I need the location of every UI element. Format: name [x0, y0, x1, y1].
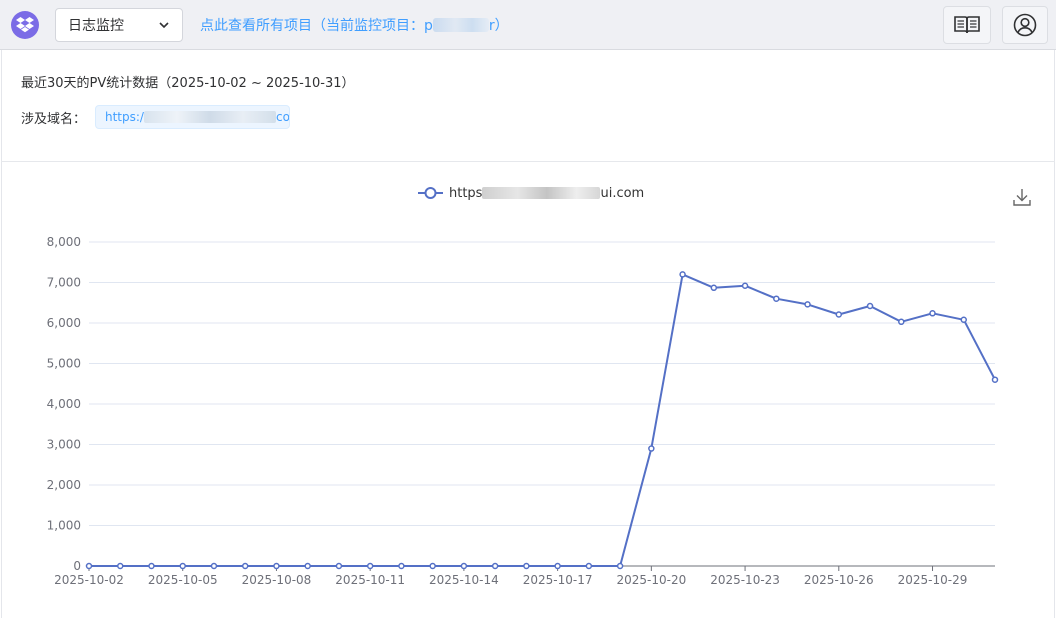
app-logo-icon[interactable]	[11, 11, 39, 39]
domain-tag-prefix: https:/	[105, 110, 144, 124]
all-projects-link-suffix: r）	[488, 18, 509, 34]
book-icon	[954, 16, 980, 34]
legend-label-prefix: https	[449, 185, 483, 201]
chart-legend-item[interactable]: https ui.com	[418, 185, 644, 201]
domain-tag-suffix: com	[275, 110, 290, 124]
domain-tag[interactable]: https:/ com	[95, 105, 290, 129]
top-bar: 日志监控 点此查看所有项目（当前监控项目：p r）	[0, 0, 1056, 50]
legend-label-suffix: ui.com	[600, 185, 645, 201]
redacted-legend-domain	[482, 186, 601, 199]
redacted-domain	[143, 111, 276, 123]
chevron-down-icon	[159, 22, 169, 29]
content-panel	[1, 50, 1055, 618]
dropbox-style-logo-icon	[16, 17, 34, 33]
legend-line-circle-icon	[418, 187, 443, 199]
module-select-value: 日志监控	[68, 18, 124, 34]
redacted-project-name	[432, 18, 489, 32]
legend-label: https ui.com	[449, 186, 644, 201]
all-projects-link[interactable]: 点此查看所有项目（当前监控项目：p r）	[200, 15, 509, 35]
domain-label: 涉及域名：	[21, 112, 87, 127]
pv-summary-title: 最近30天的PV统计数据（2025-10-02 ~ 2025-10-31）	[21, 76, 355, 91]
user-button[interactable]	[1002, 6, 1048, 44]
user-circle-icon	[1013, 13, 1037, 37]
save-as-image-button[interactable]	[1012, 187, 1032, 207]
section-divider	[1, 161, 1055, 162]
module-select[interactable]: 日志监控	[55, 8, 183, 42]
docs-button[interactable]	[943, 6, 991, 44]
download-icon	[1013, 189, 1031, 206]
all-projects-link-prefix: 点此查看所有项目（当前监控项目：p	[200, 18, 433, 34]
